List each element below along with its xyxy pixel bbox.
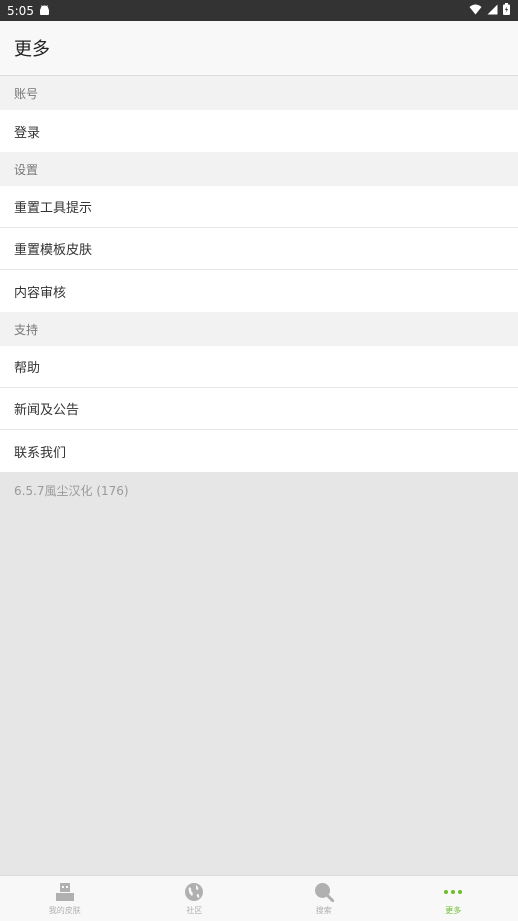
menu-item-contact-us[interactable]: 联系我们	[0, 430, 518, 472]
tab-label-my-skins: 我的皮肤	[48, 906, 81, 915]
section-header-support: 支持	[0, 312, 518, 346]
tab-label-more: 更多	[445, 906, 462, 915]
wifi-icon	[469, 4, 482, 18]
version-label: 6.5.7風尘汉化 (176)	[14, 483, 129, 498]
search-icon	[313, 881, 335, 903]
app-bar: 更多	[0, 21, 518, 76]
tab-search[interactable]: 搜索	[259, 876, 389, 921]
page-title: 更多	[14, 39, 50, 60]
section-header-account: 账号	[0, 76, 518, 110]
signal-icon	[487, 4, 498, 18]
settings-list: 账号 登录 设置 重置工具提示 重置模板皮肤 内容审核 支持 帮助 新闻及公告 …	[0, 76, 518, 508]
globe-icon	[183, 881, 205, 903]
menu-item-login[interactable]: 登录	[0, 110, 518, 152]
menu-item-reset-tooltips[interactable]: 重置工具提示	[0, 186, 518, 228]
tab-my-skins[interactable]: 我的皮肤	[0, 876, 130, 921]
tab-community[interactable]: 社区	[130, 876, 260, 921]
battery-icon	[503, 3, 510, 18]
status-bar: 5:05	[0, 0, 518, 21]
menu-item-help[interactable]: 帮助	[0, 346, 518, 388]
android-icon	[39, 4, 50, 18]
menu-item-news[interactable]: 新闻及公告	[0, 388, 518, 430]
menu-item-content-moderation[interactable]: 内容审核	[0, 270, 518, 312]
more-icon	[442, 881, 464, 903]
tab-label-search: 搜索	[315, 906, 332, 915]
status-time: 5:05	[7, 3, 34, 18]
section-header-settings: 设置	[0, 152, 518, 186]
skin-icon	[54, 881, 76, 903]
tab-label-community: 社区	[186, 906, 203, 915]
tab-more[interactable]: 更多	[389, 876, 518, 921]
menu-item-reset-template-skin[interactable]: 重置模板皮肤	[0, 228, 518, 270]
bottom-tab-bar: 我的皮肤 社区 搜索 更多	[0, 875, 518, 921]
